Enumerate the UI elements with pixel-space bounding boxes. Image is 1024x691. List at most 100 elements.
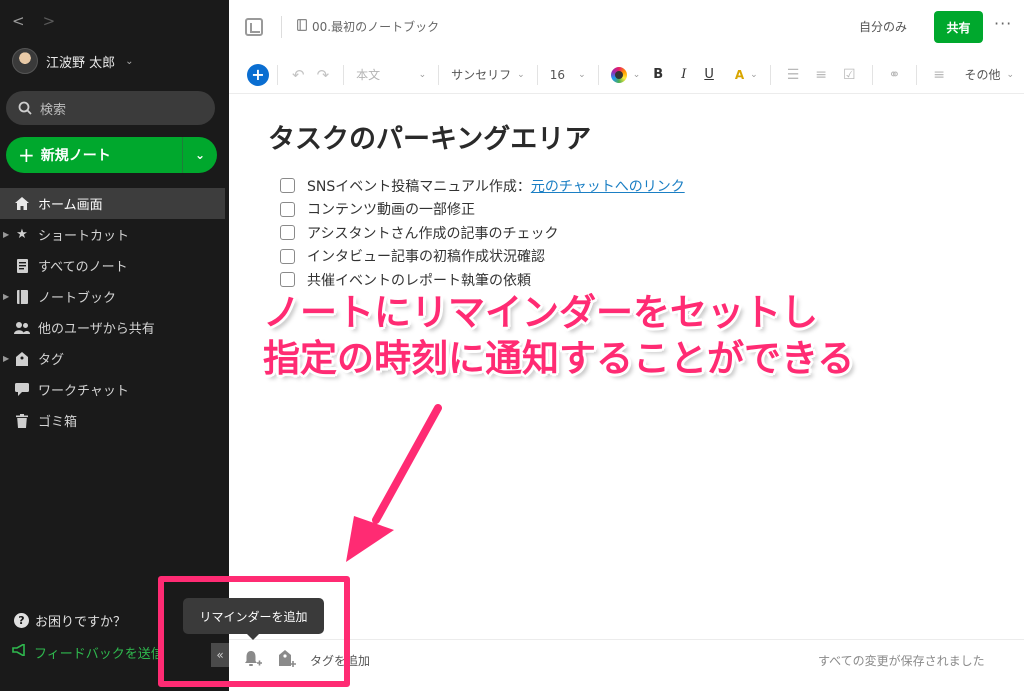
sidebar-item-notebooks[interactable]: ▶ ノートブック xyxy=(0,281,229,312)
bold-button[interactable]: B xyxy=(653,67,663,82)
account-menu[interactable]: 江波野 太郎 ⌄ xyxy=(12,48,134,74)
new-note-button[interactable]: + 新規ノート ⌄ xyxy=(6,137,217,173)
list-item: アシスタントさん作成の記事のチェック xyxy=(280,221,685,245)
sidebar-menu: ホーム画面 ▶ ★ ショートカット すべてのノート ▶ ノートブック 他のユーザ… xyxy=(0,188,229,436)
list-item: コンテンツ動画の一部修正 xyxy=(280,198,685,222)
note-header: 00.最初のノートブック 自分のみ 共有 ··· xyxy=(229,0,1024,54)
checkbox[interactable] xyxy=(280,272,295,288)
history-nav: < > xyxy=(12,12,55,30)
share-button[interactable]: 共有 xyxy=(934,11,983,43)
sidebar-item-label: ノートブック xyxy=(38,291,117,306)
divider xyxy=(343,64,345,85)
annotation-line-1: ノートにリマインダーをセットし xyxy=(263,291,818,334)
highlight-icon: A xyxy=(734,67,745,82)
paragraph-style-dropdown[interactable]: 本文 ⌄ xyxy=(356,66,426,83)
task-text[interactable]: SNSイベント投稿マニュアル作成： xyxy=(307,176,531,196)
notebook-name: 00.最初のノートブック xyxy=(312,20,440,34)
bullet-list-icon[interactable]: ☰ xyxy=(787,67,800,83)
trash-icon xyxy=(14,413,30,429)
divider xyxy=(438,64,440,85)
highlight-dropdown[interactable]: A ⌄ xyxy=(727,68,758,82)
user-name: 江波野 太郎 xyxy=(46,55,116,71)
checkbox[interactable] xyxy=(280,201,295,217)
color-wheel-icon xyxy=(610,66,627,83)
notebook-icon xyxy=(297,19,308,34)
expand-triangle-icon[interactable]: ▶ xyxy=(3,292,9,301)
divider xyxy=(536,64,538,85)
task-text[interactable]: 共催イベントのレポート執筆の依頼 xyxy=(307,270,531,290)
sidebar-item-tags[interactable]: ▶ タグ xyxy=(0,343,229,374)
sidebar-item-label: タグ xyxy=(38,353,65,368)
search-input[interactable]: 検索 xyxy=(6,91,215,125)
home-icon xyxy=(14,196,30,212)
font-size-value: 16 xyxy=(549,67,565,82)
visibility-status[interactable]: 自分のみ xyxy=(859,18,907,35)
list-item: SNSイベント投稿マニュアル作成： 元のチャットへのリンク xyxy=(280,174,685,198)
redo-icon[interactable]: ↷ xyxy=(317,66,330,84)
breadcrumb[interactable]: 00.最初のノートブック xyxy=(297,18,439,35)
chat-icon xyxy=(14,382,30,398)
back-arrow-icon[interactable]: < xyxy=(12,12,25,30)
sidebar-item-label: ゴミ箱 xyxy=(38,415,78,430)
checklist-icon[interactable]: ☑ xyxy=(843,67,856,83)
plus-icon: + xyxy=(18,143,35,167)
divider xyxy=(769,64,771,85)
expand-triangle-icon[interactable]: ▶ xyxy=(3,230,9,239)
divider xyxy=(916,64,918,85)
sidebar-item-trash[interactable]: ゴミ箱 xyxy=(0,405,229,436)
undo-icon[interactable]: ↶ xyxy=(292,66,305,84)
list-item: インタビュー記事の初稿作成状況確認 xyxy=(280,245,685,269)
forward-arrow-icon[interactable]: > xyxy=(43,12,56,30)
chat-link[interactable]: 元のチャットへのリンク xyxy=(531,176,685,196)
text-color-dropdown[interactable]: ⌄ xyxy=(610,66,641,83)
link-icon[interactable]: ⚭ xyxy=(889,67,901,83)
checkbox[interactable] xyxy=(280,178,295,194)
chevron-down-icon: ⌄ xyxy=(750,69,758,80)
numbered-list-icon[interactable]: ≡ xyxy=(815,67,827,83)
insert-plus-icon[interactable]: + xyxy=(247,63,269,86)
annotation-line-2: 指定の時刻に通知することができる xyxy=(263,337,855,380)
more-formatting-dropdown[interactable]: その他 ⌄ xyxy=(964,66,1014,83)
font-family-value: サンセリフ xyxy=(451,68,512,82)
paragraph-style-value: 本文 xyxy=(356,68,381,82)
underline-button[interactable]: U xyxy=(704,67,714,82)
question-icon: ? xyxy=(14,612,29,628)
sidebar-item-shared[interactable]: 他のユーザから共有 xyxy=(0,312,229,343)
sidebar-item-label: ホーム画面 xyxy=(38,198,103,213)
annotation-text: ノートにリマインダーをセットし 指定の時刻に通知することができる xyxy=(263,290,854,382)
task-text[interactable]: アシスタントさん作成の記事のチェック xyxy=(307,223,558,243)
checkbox[interactable] xyxy=(280,248,295,264)
chevron-down-icon: ⌄ xyxy=(418,69,427,80)
note-icon xyxy=(14,258,30,274)
list-item: 共催イベントのレポート執筆の依頼 xyxy=(280,268,685,292)
task-text[interactable]: インタビュー記事の初稿作成状況確認 xyxy=(307,246,545,266)
font-size-dropdown[interactable]: 16 ⌄ xyxy=(550,68,586,82)
feedback-label: フィードバックを送信 xyxy=(34,646,164,662)
sidebar-item-all-notes[interactable]: すべてのノート xyxy=(0,250,229,281)
align-icon[interactable]: ≡ xyxy=(933,67,945,83)
more-options-icon[interactable]: ··· xyxy=(994,14,1012,33)
task-list: SNSイベント投稿マニュアル作成： 元のチャットへのリンク コンテンツ動画の一部… xyxy=(280,174,685,292)
sidebar-item-label: ショートカット xyxy=(38,229,130,244)
note-title[interactable]: タスクのパーキングエリア xyxy=(268,117,591,156)
chevron-down-icon: ⌄ xyxy=(517,69,525,80)
sidebar-item-home[interactable]: ホーム画面 xyxy=(0,188,225,219)
expand-triangle-icon[interactable]: ▶ xyxy=(3,354,9,363)
sidebar-item-work-chat[interactable]: ワークチャット xyxy=(0,374,229,405)
search-icon xyxy=(18,101,32,115)
italic-button[interactable]: I xyxy=(681,67,686,82)
expand-icon[interactable] xyxy=(245,18,263,36)
sidebar-item-shortcuts[interactable]: ▶ ★ ショートカット xyxy=(0,219,229,250)
divider xyxy=(871,64,873,85)
divider xyxy=(281,16,282,38)
star-icon: ★ xyxy=(16,227,28,242)
checkbox[interactable] xyxy=(280,225,295,241)
font-family-dropdown[interactable]: サンセリフ ⌄ xyxy=(451,66,525,83)
chevron-down-icon: ⌄ xyxy=(632,69,641,80)
search-placeholder: 検索 xyxy=(40,102,67,118)
people-icon xyxy=(14,320,30,336)
chevron-down-icon[interactable]: ⌄ xyxy=(183,148,217,162)
task-text[interactable]: コンテンツ動画の一部修正 xyxy=(307,199,475,219)
sidebar-item-label: すべてのノート xyxy=(38,260,128,275)
chevron-down-icon: ⌄ xyxy=(578,69,586,80)
